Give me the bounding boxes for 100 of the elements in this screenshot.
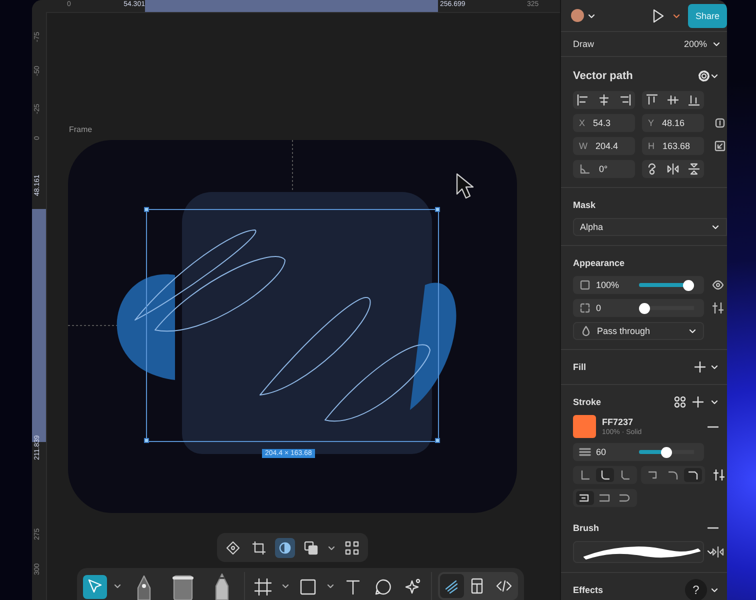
mode-label: Draw [573, 39, 594, 49]
chevron-down-icon[interactable] [710, 363, 719, 371]
chevron-down-icon[interactable] [710, 586, 719, 594]
opacity-field[interactable]: 100% [573, 276, 704, 294]
stroke-cap-icon [667, 469, 679, 481]
adjust-icon[interactable] [713, 469, 725, 481]
stroke-cap-icon [687, 469, 699, 481]
chevron-down-icon [706, 548, 715, 556]
align-middle-icon[interactable] [666, 94, 679, 106]
chevron-down-icon[interactable] [672, 12, 681, 20]
chevron-down-icon[interactable] [710, 398, 719, 406]
selection-box[interactable] [146, 209, 439, 442]
flip-vertical-icon[interactable] [688, 163, 700, 175]
align-right-icon[interactable] [618, 94, 631, 106]
align-left-icon[interactable] [577, 94, 590, 106]
field-value: 0 [596, 303, 602, 313]
constrain-proportions-icon[interactable] [714, 117, 726, 129]
stroke-join-option[interactable] [596, 468, 614, 482]
horizontal-align-group[interactable] [573, 91, 635, 109]
align-bottom-icon[interactable] [688, 94, 700, 106]
play-icon[interactable] [651, 8, 665, 24]
styles-grid-icon[interactable] [674, 396, 686, 408]
stroke-weight-icon [579, 446, 591, 458]
stroke-end-option[interactable] [576, 491, 594, 505]
color-swatch[interactable] [573, 415, 596, 438]
stroke-cap-option[interactable] [684, 468, 702, 482]
corner-radius-field[interactable]: 0 [573, 299, 704, 317]
chevron-down-icon [711, 223, 720, 231]
section-title: Brush [573, 523, 600, 533]
blend-mode-dropdown[interactable]: Pass through [573, 322, 704, 340]
settings-icon[interactable] [698, 70, 710, 82]
field-value: 100% [596, 280, 618, 290]
opacity-icon [579, 279, 591, 291]
stroke-end-icon [599, 492, 611, 504]
color-hex[interactable]: FF7237 [602, 417, 642, 427]
move-tool[interactable] [83, 575, 107, 599]
chevron-down-icon[interactable] [712, 40, 721, 48]
chevron-down-icon[interactable] [113, 582, 122, 590]
stroke-weight-field[interactable]: 60 [573, 443, 704, 461]
section-title: Vector path [573, 70, 633, 82]
section-title: Mask [573, 200, 596, 210]
section-title: Appearance [573, 258, 625, 268]
resize-handle[interactable] [144, 207, 149, 212]
frame-label[interactable]: Frame [69, 125, 92, 134]
dropdown-value: Pass through [597, 326, 650, 336]
field-label: X [579, 118, 586, 128]
user-avatar[interactable] [571, 9, 584, 22]
mask-tool[interactable] [275, 538, 295, 558]
flip-horizontal-icon[interactable] [712, 546, 724, 558]
resize-handle[interactable] [435, 438, 440, 443]
section-title: Effects [573, 585, 604, 595]
crop-icon [252, 540, 266, 554]
flip-horizontal-icon[interactable] [666, 163, 679, 175]
plus-icon[interactable] [692, 396, 704, 408]
chevron-down-icon[interactable] [710, 72, 719, 80]
stroke-end-icon [619, 492, 631, 504]
rotate-icon[interactable] [646, 163, 658, 175]
resize-handle[interactable] [144, 438, 149, 443]
field-label: H [648, 141, 654, 151]
number-field[interactable]: Y 48.16 [642, 114, 704, 132]
chevron-down-icon[interactable] [281, 582, 290, 590]
slider-thumb[interactable] [661, 446, 672, 458]
number-field[interactable]: W 204.4 [573, 137, 635, 155]
field-value: 0° [599, 164, 608, 174]
comment-icon [374, 578, 392, 596]
chevron-down-icon[interactable] [326, 582, 335, 590]
adjust-icon[interactable] [712, 302, 724, 314]
draw-mode-button[interactable] [440, 574, 464, 598]
vertex-icon [226, 540, 240, 554]
zoom-level[interactable]: 200% [684, 39, 707, 49]
align-center-icon[interactable] [598, 94, 610, 106]
chevron-down-icon[interactable] [327, 544, 336, 552]
align-top-icon[interactable] [646, 94, 658, 106]
corner-radius-icon [579, 302, 591, 314]
stroke-join-icon [579, 469, 591, 481]
field-value: 60 [596, 447, 608, 457]
resize-handle[interactable] [435, 207, 440, 212]
section-title: Stroke [573, 397, 602, 407]
plus-icon[interactable] [694, 361, 706, 373]
number-field[interactable]: X 54.3 [573, 114, 635, 132]
help-button[interactable]: ? [685, 579, 707, 600]
rotation-field[interactable]: 0° [573, 160, 635, 178]
eye-icon[interactable] [712, 279, 724, 291]
vertical-align-group[interactable] [642, 91, 704, 109]
rectangle-icon [299, 578, 317, 596]
slider-thumb[interactable] [683, 280, 694, 290]
grid-icon [345, 540, 359, 554]
field-value: 204.4 [596, 141, 618, 151]
frame-icon [254, 578, 272, 596]
number-field[interactable]: H 163.68 [642, 137, 704, 155]
resize-icon[interactable] [714, 140, 726, 152]
mask-dropdown[interactable]: Alpha [573, 218, 727, 236]
angle-icon [579, 163, 591, 175]
slider-thumb[interactable] [639, 302, 650, 314]
mask-icon [278, 540, 292, 554]
stroke-join-icon [619, 469, 631, 481]
chevron-down-icon[interactable] [587, 12, 596, 20]
dropdown-value: Alpha [580, 222, 604, 232]
stroke-join-icon [599, 469, 611, 481]
drop-icon [580, 325, 592, 337]
